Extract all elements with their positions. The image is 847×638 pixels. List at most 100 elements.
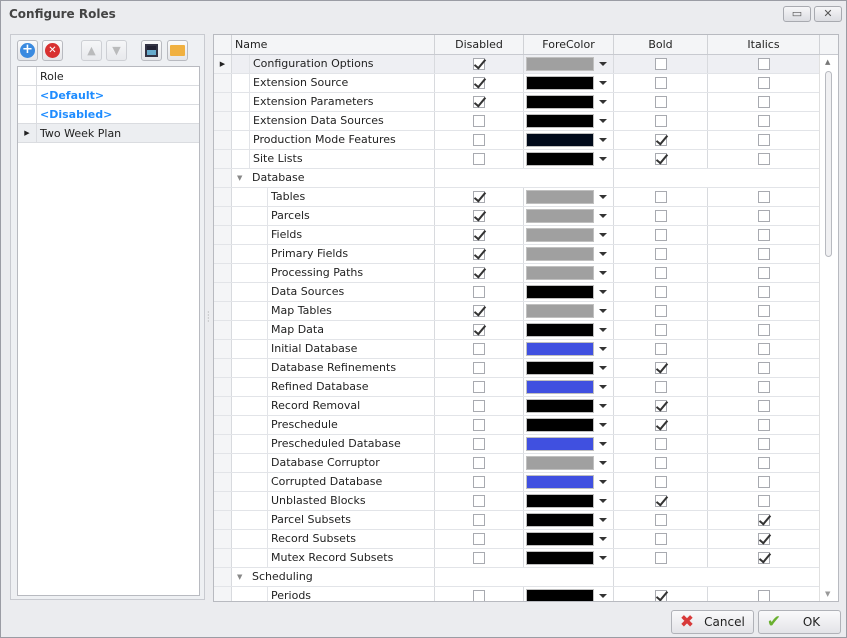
row-indicator[interactable] (214, 207, 232, 225)
forecolor-dropdown[interactable] (524, 93, 614, 111)
chevron-down-icon[interactable] (599, 233, 607, 237)
bold-checkbox[interactable] (654, 514, 667, 526)
italics-checkbox[interactable] (757, 495, 770, 507)
chevron-down-icon[interactable] (599, 385, 607, 389)
italics-checkbox[interactable] (757, 191, 770, 203)
row-indicator[interactable] (214, 492, 232, 510)
italics-checkbox[interactable] (757, 96, 770, 108)
chevron-down-icon[interactable] (599, 461, 607, 465)
disabled-checkbox[interactable] (473, 191, 485, 203)
italics-checkbox[interactable] (757, 77, 770, 89)
row-indicator[interactable] (214, 131, 232, 149)
chevron-down-icon[interactable] (599, 499, 607, 503)
italics-checkbox[interactable] (757, 324, 770, 336)
bold-checkbox[interactable] (654, 153, 667, 165)
chevron-down-icon[interactable] (599, 366, 607, 370)
bold-checkbox[interactable] (654, 210, 667, 222)
chevron-down-icon[interactable] (599, 214, 607, 218)
disabled-checkbox[interactable] (473, 153, 485, 165)
disabled-checkbox[interactable] (473, 134, 485, 146)
row-indicator[interactable] (214, 340, 232, 358)
disabled-checkbox[interactable] (473, 248, 485, 260)
disabled-checkbox[interactable] (473, 400, 485, 412)
disabled-checkbox[interactable] (473, 438, 485, 450)
forecolor-dropdown[interactable] (524, 378, 614, 396)
table-row[interactable]: Database Corruptor (214, 454, 820, 473)
disabled-checkbox[interactable] (473, 58, 485, 70)
chevron-down-icon[interactable] (599, 594, 607, 598)
row-indicator[interactable] (214, 568, 232, 586)
forecolor-dropdown[interactable] (524, 131, 614, 149)
row-indicator[interactable] (214, 473, 232, 491)
italics-checkbox[interactable] (757, 153, 770, 165)
italics-checkbox[interactable] (757, 115, 770, 127)
bold-checkbox[interactable] (654, 552, 667, 564)
chevron-down-icon[interactable] (599, 347, 607, 351)
role-row[interactable]: ▶ Two Week Plan (18, 124, 199, 143)
italics-checkbox[interactable] (757, 229, 770, 241)
row-indicator[interactable] (214, 74, 232, 92)
row-indicator[interactable] (214, 587, 232, 601)
row-indicator[interactable] (214, 302, 232, 320)
role-row[interactable]: <Default> (18, 86, 199, 105)
forecolor-dropdown[interactable] (524, 587, 614, 601)
bold-column-header[interactable]: Bold (614, 35, 708, 54)
splitter-handle[interactable]: · · · · (207, 309, 210, 326)
chevron-down-icon[interactable] (599, 309, 607, 313)
chevron-down-icon[interactable] (599, 480, 607, 484)
bold-checkbox[interactable] (654, 590, 667, 601)
forecolor-dropdown[interactable] (524, 188, 614, 206)
cancel-button[interactable]: ✖ Cancel (671, 610, 754, 634)
chevron-down-icon[interactable] (599, 138, 607, 142)
row-indicator[interactable] (214, 359, 232, 377)
chevron-down-icon[interactable] (599, 537, 607, 541)
table-row[interactable]: Initial Database (214, 340, 820, 359)
open-button[interactable] (167, 40, 188, 61)
italics-checkbox[interactable] (757, 343, 770, 355)
row-indicator[interactable] (214, 530, 232, 548)
save-button[interactable] (141, 40, 162, 61)
disabled-checkbox[interactable] (473, 381, 485, 393)
bold-checkbox[interactable] (654, 381, 667, 393)
disabled-checkbox[interactable] (473, 115, 485, 127)
chevron-down-icon[interactable] (599, 119, 607, 123)
bold-checkbox[interactable] (654, 324, 667, 336)
bold-checkbox[interactable] (654, 438, 667, 450)
bold-checkbox[interactable] (654, 495, 667, 507)
bold-checkbox[interactable] (654, 191, 667, 203)
forecolor-dropdown[interactable] (524, 264, 614, 282)
table-row[interactable]: Preschedule (214, 416, 820, 435)
bold-checkbox[interactable] (654, 343, 667, 355)
italics-checkbox[interactable] (757, 533, 770, 545)
forecolor-dropdown[interactable] (524, 74, 614, 92)
forecolor-dropdown[interactable] (524, 397, 614, 415)
role-two-week-plan[interactable]: Two Week Plan (37, 127, 121, 140)
forecolor-dropdown[interactable] (524, 321, 614, 339)
italics-checkbox[interactable] (757, 400, 770, 412)
italics-checkbox[interactable] (757, 134, 770, 146)
italics-column-header[interactable]: Italics (708, 35, 820, 54)
disabled-checkbox[interactable] (473, 305, 485, 317)
table-row[interactable]: Refined Database (214, 378, 820, 397)
row-indicator[interactable] (214, 283, 232, 301)
bold-checkbox[interactable] (654, 400, 667, 412)
table-row[interactable]: Data Sources (214, 283, 820, 302)
forecolor-dropdown[interactable] (524, 511, 614, 529)
role-disabled[interactable]: <Disabled> (37, 108, 112, 121)
forecolor-dropdown[interactable] (524, 150, 614, 168)
forecolor-dropdown[interactable] (524, 492, 614, 510)
bold-checkbox[interactable] (654, 58, 667, 70)
vertical-scrollbar[interactable]: ▲ ▼ (819, 55, 838, 601)
chevron-down-icon[interactable] (599, 157, 607, 161)
disabled-checkbox[interactable] (473, 286, 485, 298)
table-row[interactable]: Processing Paths (214, 264, 820, 283)
disabled-checkbox[interactable] (473, 267, 485, 279)
chevron-down-icon[interactable] (599, 518, 607, 522)
disabled-checkbox[interactable] (473, 96, 485, 108)
bold-checkbox[interactable] (654, 533, 667, 545)
italics-checkbox[interactable] (757, 514, 770, 526)
scroll-up-icon[interactable]: ▲ (825, 58, 830, 66)
row-indicator[interactable] (214, 321, 232, 339)
row-indicator[interactable] (214, 93, 232, 111)
chevron-down-icon[interactable] (599, 195, 607, 199)
